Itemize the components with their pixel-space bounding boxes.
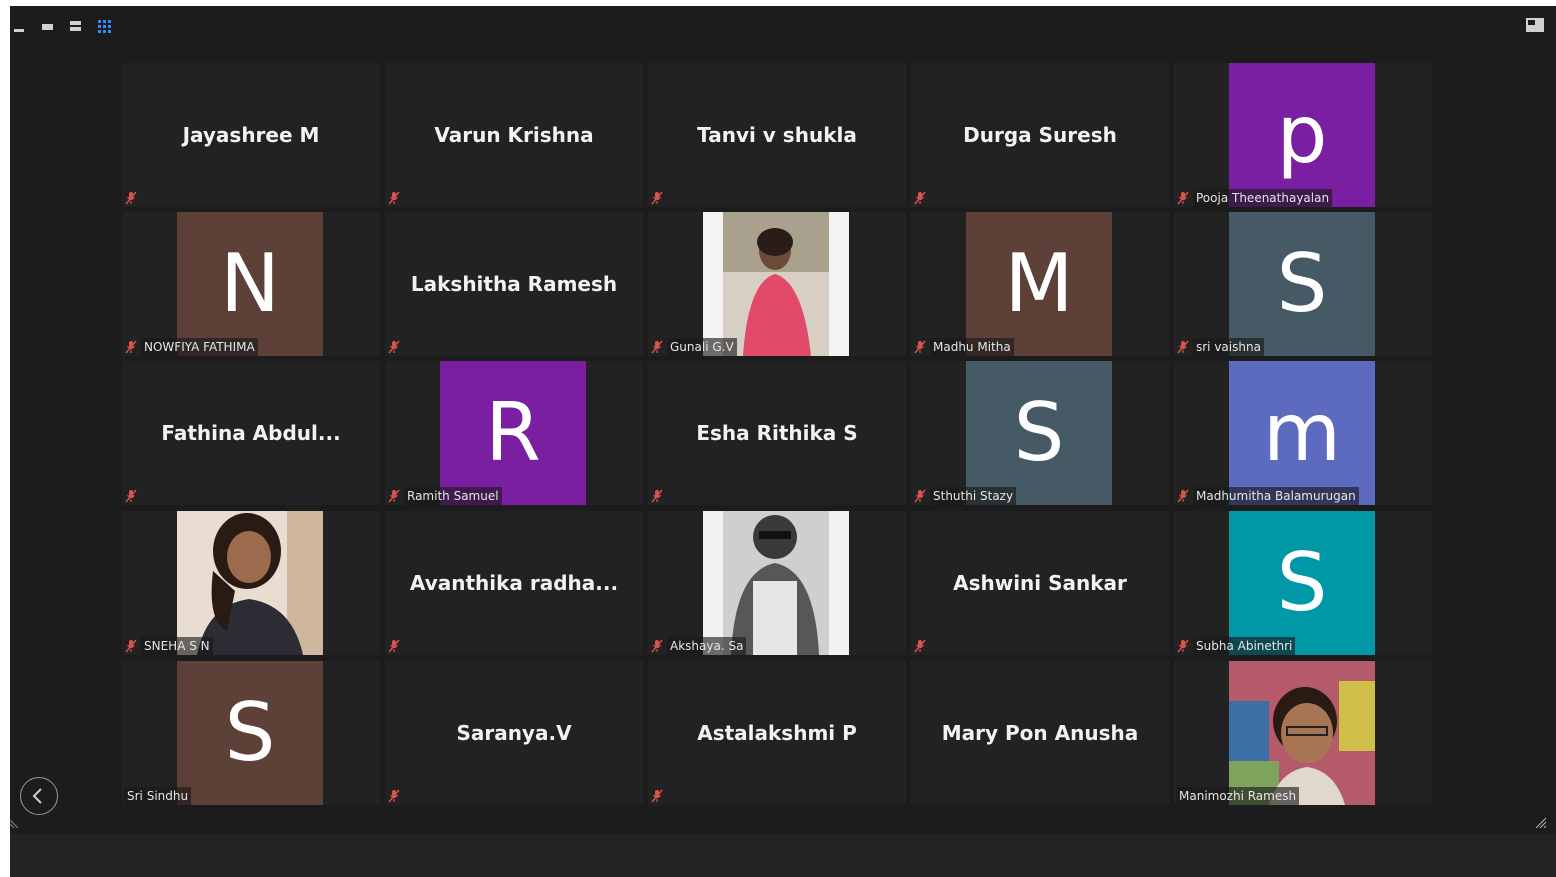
avatar: S [1229, 511, 1375, 655]
avatar: S [177, 661, 323, 805]
avatar: S [966, 361, 1112, 505]
participant-tile[interactable]: Esha Rithika S [648, 361, 906, 505]
mic-muted-icon [125, 489, 137, 503]
participant-tile[interactable]: Jayashree M [122, 63, 380, 207]
speaker-view-icon[interactable] [42, 20, 54, 32]
mic-muted-icon [914, 340, 926, 354]
participant-name: Durga Suresh [963, 123, 1117, 147]
gallery-view-icon[interactable] [98, 20, 111, 33]
participant-video [703, 212, 849, 356]
avatar: N [177, 212, 323, 356]
mic-muted-icon [125, 639, 137, 653]
participant-name: Mary Pon Anusha [941, 721, 1139, 745]
participant-tile[interactable]: M Madhu Mitha [911, 212, 1169, 356]
participant-tile[interactable]: S Sthuthi Stazy [911, 361, 1169, 505]
participant-tile[interactable]: Avanthika radha... [385, 511, 643, 655]
participant-name-label: Manimozhi Ramesh [1176, 787, 1300, 805]
mic-muted-icon [1177, 340, 1189, 354]
mic-muted-icon [914, 489, 926, 503]
participant-tile[interactable]: Gunali G.V [648, 212, 906, 356]
participant-tile[interactable]: S Sri Sindhu [122, 661, 380, 805]
participant-name: Astalakshmi P [697, 721, 857, 745]
mic-muted-icon [914, 639, 926, 653]
participant-tile[interactable]: Astalakshmi P [648, 661, 906, 805]
participant-tile[interactable]: Durga Suresh [911, 63, 1169, 207]
meeting-window: Jayashree M Varun Krishna Tanvi v shukla Du… [10, 6, 1556, 877]
mic-muted-icon [125, 340, 137, 354]
participant-video [1229, 661, 1375, 805]
participant-tile[interactable]: Saranya.V [385, 661, 643, 805]
participant-name-label: Madhumitha Balamurugan [1193, 487, 1359, 505]
mic-muted-icon [125, 191, 137, 205]
bottom-bar [10, 834, 1556, 877]
participant-name: Jayashree M [182, 123, 320, 147]
participant-name: Avanthika radha... [409, 571, 619, 595]
mic-muted-icon [1177, 639, 1189, 653]
avatar: m [1229, 361, 1375, 505]
participant-name-label: NOWFIYA FATHIMA [141, 338, 258, 356]
participant-name-label: Madhu Mitha [930, 338, 1014, 356]
avatar: S [1229, 212, 1375, 356]
mic-muted-icon [388, 191, 400, 205]
mic-muted-icon [388, 489, 400, 503]
participant-name-label: Akshaya. Sa [667, 637, 747, 655]
participant-name: Ashwini Sankar [953, 571, 1127, 595]
participant-name-label: Gunali G.V [667, 338, 737, 356]
chevron-left-icon [32, 788, 42, 804]
mic-muted-icon [1177, 489, 1189, 503]
participant-name-label: Sri Sindhu [124, 787, 192, 805]
participant-video [177, 511, 323, 655]
participant-name-label: sri vaishna [1193, 338, 1264, 356]
mic-muted-icon [388, 789, 400, 803]
avatar: M [966, 212, 1112, 356]
participant-tile[interactable]: Manimozhi Ramesh [1174, 661, 1432, 805]
avatar: R [440, 361, 586, 505]
mic-muted-icon [651, 191, 663, 205]
participant-tile[interactable]: Akshaya. Sa [648, 511, 906, 655]
participant-name: Lakshitha Ramesh [410, 272, 618, 296]
participant-tile[interactable]: SNEHA S N [122, 511, 380, 655]
participant-name-label: Ramith Samuel [404, 487, 502, 505]
participant-name-label: Subha Abinethri [1193, 637, 1296, 655]
mic-muted-icon [388, 639, 400, 653]
participant-name-label: SNEHA S N [141, 637, 213, 655]
participant-name: Fathina Abdul... [161, 421, 341, 445]
participant-tile[interactable]: Ssri vaishna [1174, 212, 1432, 356]
participant-video [703, 511, 849, 655]
mic-muted-icon [651, 489, 663, 503]
resize-handle-icon[interactable] [10, 816, 22, 828]
participant-name: Tanvi v shukla [697, 123, 857, 147]
mic-muted-icon [651, 639, 663, 653]
avatar: p [1229, 63, 1375, 207]
participant-name-label: Sthuthi Stazy [930, 487, 1017, 505]
mic-muted-icon [1177, 191, 1189, 205]
minimize-icon[interactable] [14, 20, 26, 32]
participant-tile[interactable]: Lakshitha Ramesh [385, 212, 643, 356]
participant-name-label: Pooja Theenathayalan [1193, 189, 1333, 207]
participant-tile[interactable]: S Subha Abinethri [1174, 511, 1432, 655]
strip-view-icon[interactable] [70, 20, 82, 32]
participant-tile[interactable]: p Pooja Theenathayalan [1174, 63, 1432, 207]
participant-tile[interactable]: N NOWFIYA FATHIMA [122, 212, 380, 356]
participant-tile[interactable]: R Ramith Samuel [385, 361, 643, 505]
participant-tile[interactable]: m Madhumitha Balamurugan [1174, 361, 1432, 505]
participant-tile[interactable]: Ashwini Sankar [911, 511, 1169, 655]
exit-fullscreen-icon[interactable] [1526, 18, 1544, 32]
participant-tile[interactable]: Mary Pon Anusha [911, 661, 1169, 805]
participant-name: Esha Rithika S [696, 421, 858, 445]
participant-name: Saranya.V [456, 721, 572, 745]
mic-muted-icon [388, 340, 400, 354]
mic-muted-icon [651, 340, 663, 354]
mic-muted-icon [651, 789, 663, 803]
mic-muted-icon [914, 191, 926, 205]
participant-tile[interactable]: Varun Krishna [385, 63, 643, 207]
participant-name: Varun Krishna [434, 123, 594, 147]
resize-handle-icon[interactable] [1534, 816, 1546, 828]
participant-tile[interactable]: Fathina Abdul... [122, 361, 380, 505]
previous-page-button[interactable] [20, 777, 58, 815]
participant-tile[interactable]: Tanvi v shukla [648, 63, 906, 207]
